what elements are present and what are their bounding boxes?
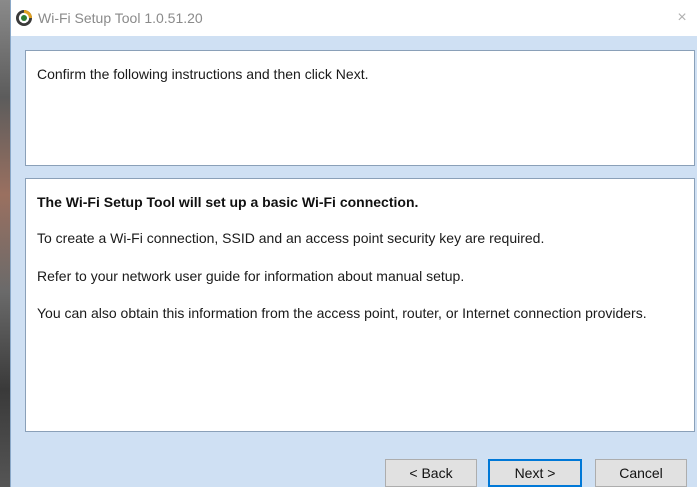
instruction-text: Confirm the following instructions and t… [37,66,369,82]
info-line-providers: You can also obtain this information fro… [37,305,647,321]
close-icon[interactable]: × [672,8,692,28]
info-heading: The Wi-Fi Setup Tool will set up a basic… [37,194,419,210]
back-button[interactable]: < Back [385,459,477,487]
info-line-user-guide: Refer to your network user guide for inf… [37,268,465,284]
instruction-panel: Confirm the following instructions and t… [25,50,695,166]
wifi-setup-app-icon [15,9,33,27]
info-panel: The Wi-Fi Setup Tool will set up a basic… [25,178,695,432]
setup-dialog: Wi-Fi Setup Tool 1.0.51.20 × Confirm the… [10,0,697,487]
window-title: Wi-Fi Setup Tool 1.0.51.20 [38,10,203,26]
background-desktop-strip [0,0,10,487]
info-line-requirements: To create a Wi-Fi connection, SSID and a… [37,230,545,246]
next-button[interactable]: Next > [488,459,582,487]
title-bar[interactable]: Wi-Fi Setup Tool 1.0.51.20 × [11,0,697,36]
cancel-button[interactable]: Cancel [595,459,687,487]
